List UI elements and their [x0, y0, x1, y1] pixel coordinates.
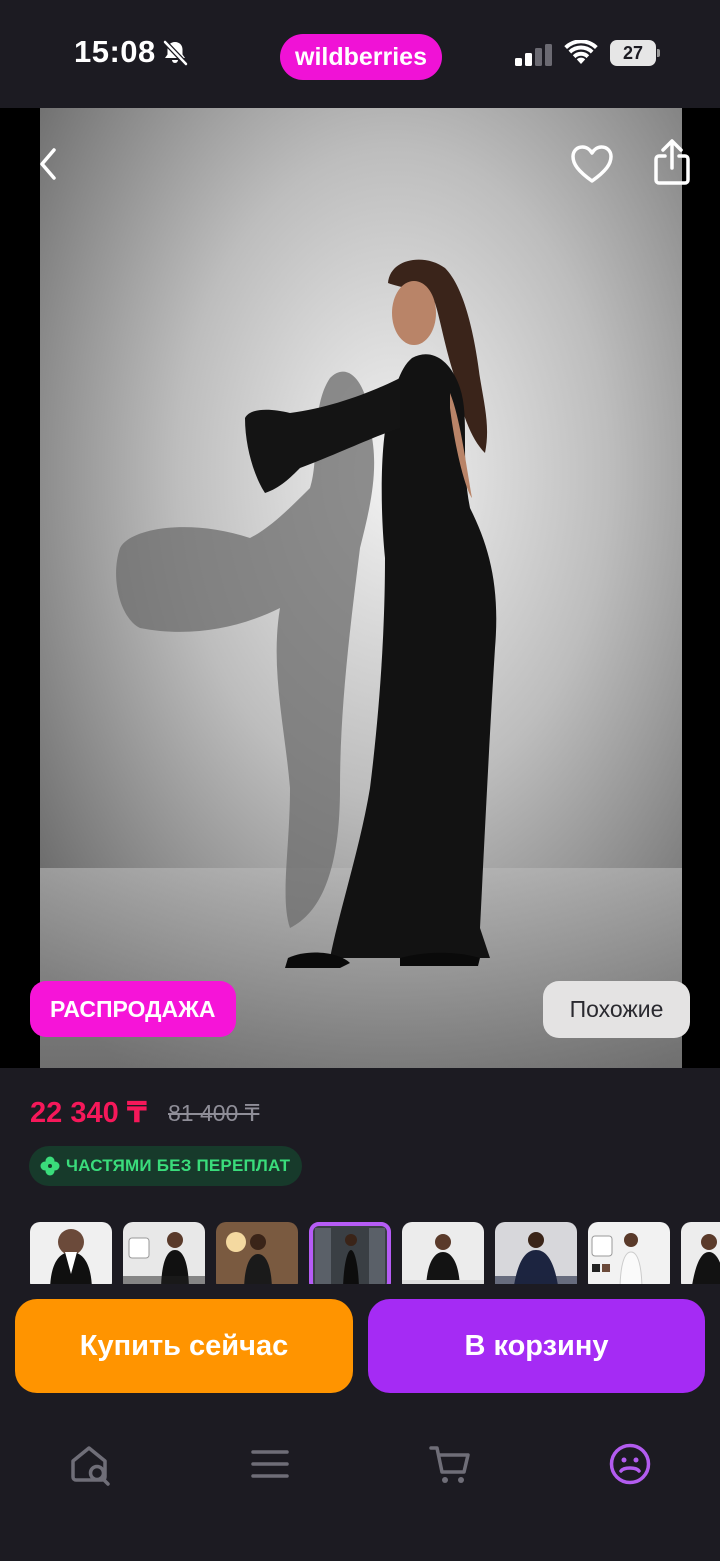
product-photo[interactable] — [40, 108, 682, 1068]
thumbnail[interactable] — [588, 1222, 670, 1284]
wifi-icon — [564, 40, 598, 64]
cellular-signal-icon — [515, 44, 552, 66]
menu-icon — [251, 1450, 289, 1478]
status-bar: 15:08 wildberries 27 — [0, 0, 720, 108]
battery-icon: 27 — [610, 40, 660, 66]
back-button[interactable] — [24, 138, 72, 190]
thumbnail[interactable] — [123, 1222, 205, 1284]
add-to-cart-button[interactable]: В корзину — [368, 1299, 705, 1393]
battery-level: 27 — [610, 40, 656, 66]
heart-icon — [571, 145, 613, 183]
thumbnail[interactable] — [402, 1222, 484, 1284]
bottom-tab-bar — [0, 1410, 720, 1561]
buy-now-button[interactable]: Купить сейчас — [15, 1299, 353, 1393]
bell-slash-icon — [163, 40, 188, 66]
tab-catalog[interactable] — [240, 1434, 300, 1494]
wildberries-logo: wildberries — [280, 34, 442, 80]
cart-icon — [429, 1446, 470, 1483]
tab-profile[interactable] — [600, 1434, 660, 1494]
similar-button[interactable]: Похожие — [543, 981, 690, 1038]
share-button[interactable] — [648, 134, 696, 190]
thumbnail-selected[interactable] — [309, 1222, 391, 1284]
thumbnail[interactable] — [216, 1222, 298, 1284]
installment-badge[interactable]: ЧАСТЯМИ БЕЗ ПЕРЕПЛАТ — [29, 1146, 303, 1186]
old-price: 81 400 ₸ — [168, 1100, 260, 1126]
thumbnail[interactable] — [681, 1222, 720, 1284]
sale-badge: РАСПРОДАЖА — [30, 981, 236, 1037]
share-icon — [654, 139, 690, 185]
installment-label: ЧАСТЯМИ БЕЗ ПЕРЕПЛАТ — [66, 1156, 291, 1175]
tab-cart[interactable] — [420, 1434, 480, 1494]
status-time: 15:08 — [74, 34, 156, 69]
thumbnail-strip[interactable] — [30, 1222, 720, 1284]
chevron-left-icon — [40, 148, 56, 180]
home-search-icon — [71, 1446, 110, 1486]
thumbnail[interactable] — [495, 1222, 577, 1284]
profile-icon — [609, 1443, 651, 1485]
tab-home[interactable] — [60, 1434, 120, 1494]
clover-icon — [40, 1156, 60, 1176]
current-price: 22 340 ₸ — [30, 1097, 147, 1129]
product-gallery[interactable]: РАСПРОДАЖА Похожие — [0, 108, 720, 1068]
favorite-button[interactable] — [566, 138, 618, 190]
thumbnail[interactable] — [30, 1222, 112, 1284]
